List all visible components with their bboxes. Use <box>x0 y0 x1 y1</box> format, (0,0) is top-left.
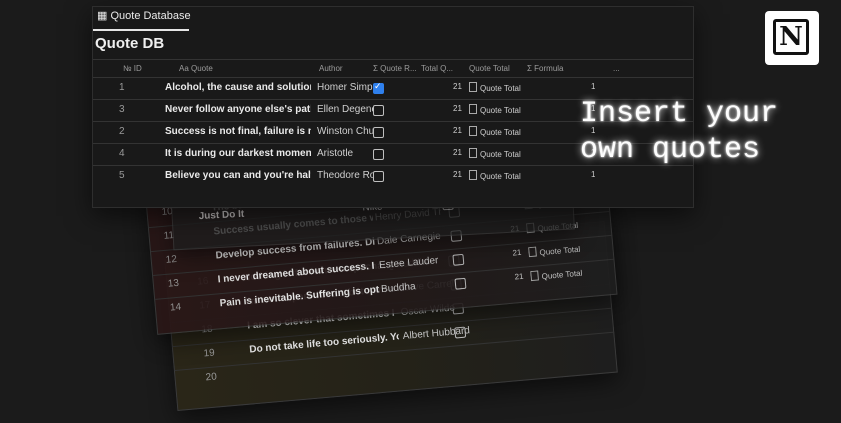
total-value: 21 <box>453 170 462 179</box>
quote-total-label: Quote Total <box>480 172 521 181</box>
quote-total-label: Quote Total <box>480 128 521 137</box>
quote-cell[interactable]: Success is not final, failure is not fat… <box>165 126 311 137</box>
quote-total-link[interactable]: Quote Total <box>469 170 521 181</box>
quote-cell[interactable]: Believe you can and you're halfway th <box>165 170 311 181</box>
quote-total-link[interactable]: Quote Total <box>469 126 521 137</box>
checkbox[interactable] <box>454 326 467 339</box>
quote-total-link[interactable]: Quote Total <box>530 267 583 282</box>
tab-quote-database[interactable]: ▦ Quote Database <box>97 9 191 22</box>
tab-underline <box>93 29 189 31</box>
page-icon <box>528 246 537 258</box>
checkbox[interactable] <box>452 253 465 266</box>
row-id: 14 <box>169 301 182 314</box>
page-icon <box>469 170 477 180</box>
quote-cell[interactable]: Never follow anyone else's path. Unle <box>165 104 311 115</box>
author-cell[interactable]: Buddha <box>381 278 448 295</box>
quote-cell[interactable]: Alcohol, the cause and solution to all <box>165 82 311 93</box>
quote-total-label: Quote Total <box>480 150 521 159</box>
formula-value: 1 <box>591 170 596 179</box>
column-author[interactable]: Author <box>319 64 343 73</box>
row-id: 20 <box>205 371 218 384</box>
total-value: 21 <box>453 126 462 135</box>
column-formula[interactable]: Σ Formula <box>527 64 564 73</box>
table-row[interactable]: 5 Believe you can and you're halfway th Th… <box>93 165 693 188</box>
quote-total-label: Quote Total <box>539 244 581 258</box>
notion-logo-icon: N <box>773 19 809 55</box>
quote-total-link[interactable]: Quote Total <box>469 148 521 159</box>
column-quote[interactable]: Aa Quote <box>179 64 213 73</box>
author-cell[interactable]: Ellen Degenere <box>317 104 373 115</box>
quote-total-link[interactable]: Quote Total <box>528 243 581 258</box>
quote-cell[interactable]: It is during our darkest moments that <box>165 148 311 159</box>
row-id: 13 <box>167 277 180 290</box>
column-more[interactable]: ... <box>613 64 620 73</box>
total-value: 21 <box>453 148 462 157</box>
row-id: 12 <box>165 253 178 266</box>
column-total-q[interactable]: Total Q... <box>421 64 453 73</box>
checkbox[interactable] <box>373 171 384 182</box>
total-value: 21 <box>453 104 462 113</box>
quote-total-label: Quote Total <box>480 106 521 115</box>
row-id: 5 <box>119 170 125 181</box>
author-cell[interactable]: Winston Churc <box>317 126 373 137</box>
column-quote-r[interactable]: Σ Quote R... <box>373 64 417 73</box>
page-icon <box>469 148 477 158</box>
formula-value: 1 <box>591 82 596 91</box>
quote-total-label: Quote Total <box>541 268 583 282</box>
column-quote-total[interactable]: Quote Total <box>469 64 510 73</box>
row-id: 19 <box>203 347 216 360</box>
headline: Insert your own quotes <box>580 97 779 167</box>
quote-total-link[interactable]: Quote Total <box>469 104 521 115</box>
total-value: 21 <box>512 247 522 258</box>
page-icon <box>469 104 477 114</box>
page-icon <box>469 126 477 136</box>
total-value: 21 <box>514 271 524 282</box>
checkbox[interactable] <box>373 81 384 94</box>
total-value: 21 <box>453 82 462 91</box>
notion-logo: N <box>765 11 819 65</box>
author-cell[interactable]: Homer Simpso <box>317 82 373 93</box>
tab-label: Quote Database <box>110 10 191 22</box>
page-title: Quote DB <box>95 35 165 52</box>
author-cell[interactable]: Aristotle <box>317 148 373 159</box>
checkbox[interactable] <box>373 105 384 116</box>
row-id: 2 <box>119 126 125 137</box>
row-id: 1 <box>119 82 125 93</box>
column-id[interactable]: № ID <box>123 64 142 73</box>
table-header: № ID Aa Quote Author Σ Quote R... Total … <box>93 59 693 78</box>
quote-total-link[interactable]: Quote Total <box>469 82 521 93</box>
table-icon: ▦ <box>97 10 108 22</box>
author-cell[interactable]: Estee Lauder <box>379 255 446 271</box>
checkbox[interactable] <box>373 127 384 138</box>
row-id: 3 <box>119 104 125 115</box>
page-icon <box>469 82 477 92</box>
stage: 16Nothing is forever except change.Buddh… <box>0 0 841 423</box>
author-cell[interactable]: Theodore Roos <box>317 170 373 181</box>
quote-total-label: Quote Total <box>480 84 521 93</box>
checkbox[interactable] <box>373 149 384 160</box>
checkbox[interactable] <box>454 277 467 290</box>
page-icon <box>530 270 539 282</box>
author-cell[interactable] <box>404 349 474 355</box>
row-id: 4 <box>119 148 125 159</box>
